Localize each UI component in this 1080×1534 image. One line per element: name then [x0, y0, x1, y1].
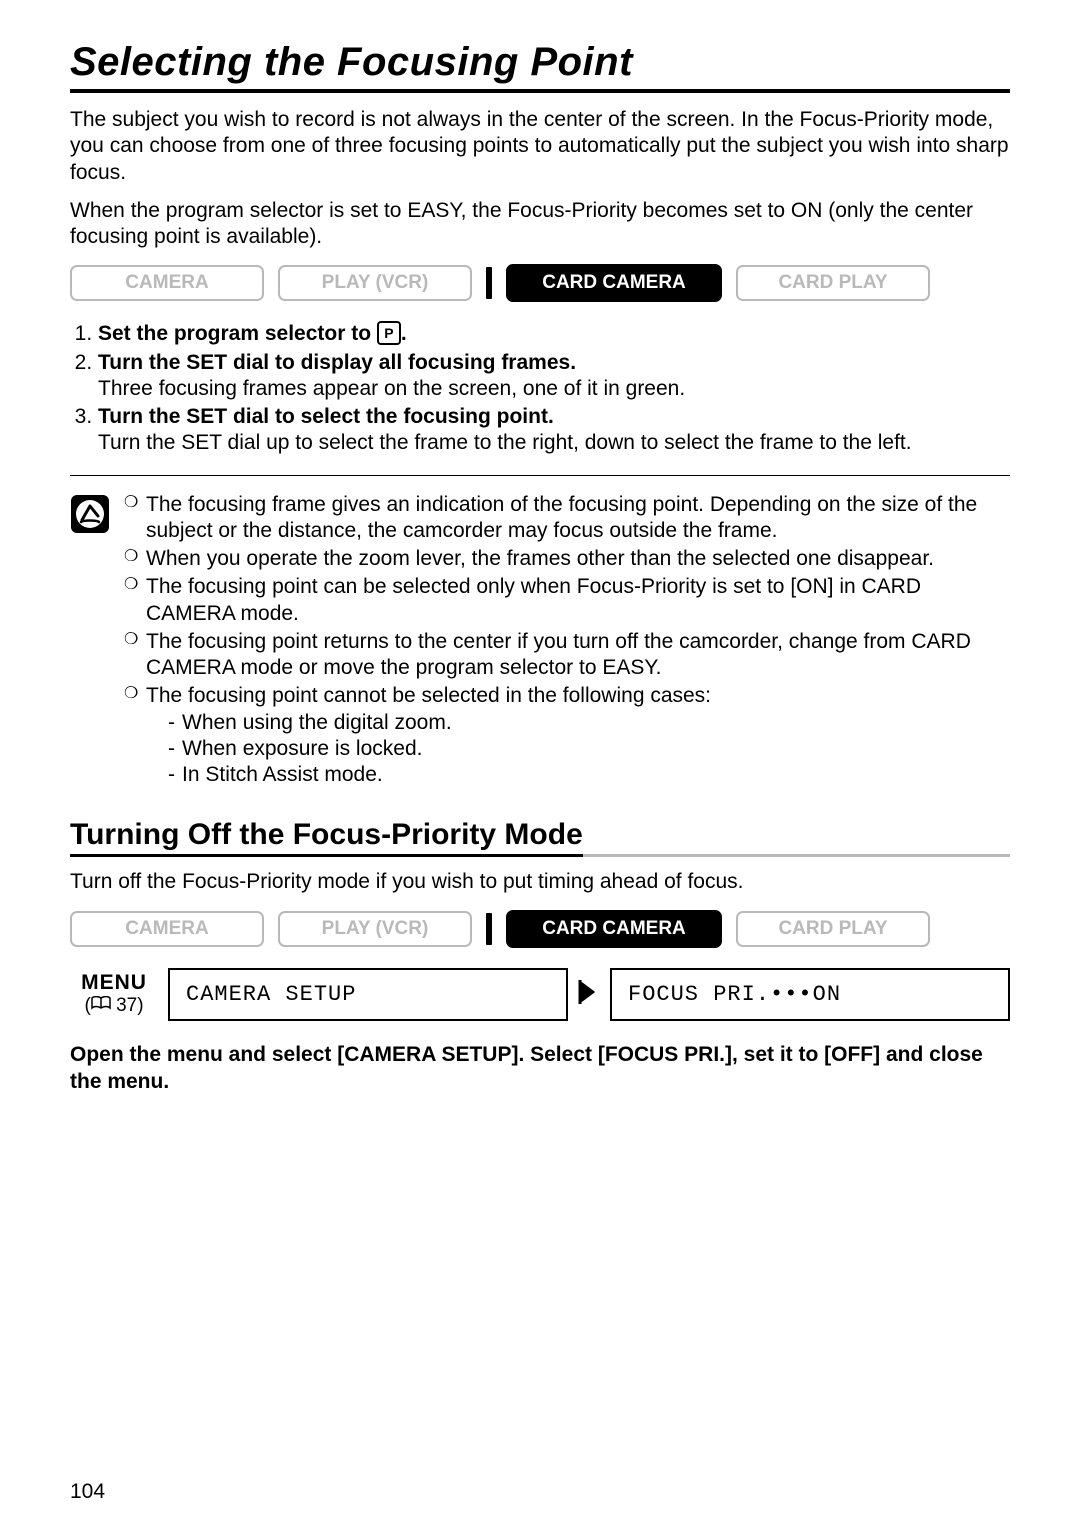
step-1-text-post: .: [401, 322, 407, 345]
note-icon: [70, 494, 110, 791]
sub-intro: Turn off the Focus-Priority mode if you …: [70, 869, 1010, 895]
page-title: Selecting the Focusing Point: [70, 40, 1010, 85]
note-block: The focusing frame gives an indication o…: [70, 475, 1010, 791]
mode2-play-vcr: PLAY (VCR): [278, 911, 472, 947]
subhead-wrap: Turning Off the Focus-Priority Mode: [70, 818, 1010, 857]
step-2-head: Turn the SET dial to display all focusin…: [98, 351, 576, 374]
step-3-head: Turn the SET dial to select the focusing…: [98, 405, 554, 428]
steps-list: Set the program selector to P. Turn the …: [70, 322, 1010, 454]
program-selector-p-icon: P: [377, 321, 401, 345]
note-list: The focusing frame gives an indication o…: [124, 492, 1010, 791]
step-3: Turn the SET dial to select the focusing…: [98, 405, 1010, 455]
note-item-3: The focusing point can be selected only …: [124, 574, 1010, 627]
mode-card-camera-active: CARD CAMERA: [506, 264, 722, 302]
menu-title: MENU: [70, 971, 158, 995]
intro-paragraph-1: The subject you wish to record is not al…: [70, 107, 1010, 186]
note-sub-2: When exposure is locked.: [168, 736, 1010, 762]
mode2-card-play: CARD PLAY: [736, 911, 930, 947]
step-3-desc: Turn the SET dial up to select the frame…: [98, 431, 1010, 455]
step-2: Turn the SET dial to display all focusin…: [98, 351, 1010, 401]
menu-box-1: CAMERA SETUP: [168, 968, 568, 1021]
note-item-2: When you operate the zoom lever, the fra…: [124, 546, 1010, 572]
note-sublist: When using the digital zoom. When exposu…: [146, 710, 1010, 789]
mode-selector-row-2: CAMERA PLAY (VCR) CARD CAMERA CARD PLAY: [70, 910, 1010, 948]
step-1-text-pre: Set the program selector to: [98, 322, 377, 345]
subsection-title: Turning Off the Focus-Priority Mode: [70, 818, 583, 857]
note-item-4: The focusing point returns to the center…: [124, 629, 1010, 682]
menu-label: MENU ( 37): [70, 971, 158, 1017]
intro-paragraph-2: When the program selector is set to EASY…: [70, 198, 1010, 251]
note-sub-1: When using the digital zoom.: [168, 710, 1010, 736]
mode-card-play: CARD PLAY: [736, 265, 930, 301]
final-instruction: Open the menu and select [CAMERA SETUP].…: [70, 1041, 1010, 1096]
menu-path: MENU ( 37) CAMERA SETUP FOCUS PRI.•••ON: [70, 968, 1010, 1021]
menu-arrow-icon: [578, 978, 600, 1011]
mode-selector-row-1: CAMERA PLAY (VCR) CARD CAMERA CARD PLAY: [70, 264, 1010, 302]
mode-camera: CAMERA: [70, 265, 264, 301]
mode-separator-icon: [486, 267, 492, 299]
mode2-card-camera-active: CARD CAMERA: [506, 910, 722, 948]
step-2-desc: Three focusing frames appear on the scre…: [98, 377, 1010, 401]
mode2-separator-icon: [486, 913, 492, 945]
note-sub-3: In Stitch Assist mode.: [168, 762, 1010, 788]
note-item-5-text: The focusing point cannot be selected in…: [146, 684, 711, 707]
note-item-5: The focusing point cannot be selected in…: [124, 683, 1010, 788]
step-1: Set the program selector to P.: [98, 322, 1010, 346]
page-number: 104: [70, 1480, 105, 1504]
mode2-camera: CAMERA: [70, 911, 264, 947]
note-item-1: The focusing frame gives an indication o…: [124, 492, 1010, 545]
menu-ref: ( 37): [84, 995, 143, 1016]
menu-box-2: FOCUS PRI.•••ON: [610, 968, 1010, 1021]
menu-ref-number: 37: [116, 995, 137, 1016]
title-rule: [70, 89, 1010, 93]
mode-play-vcr: PLAY (VCR): [278, 265, 472, 301]
book-icon: [91, 994, 111, 1016]
